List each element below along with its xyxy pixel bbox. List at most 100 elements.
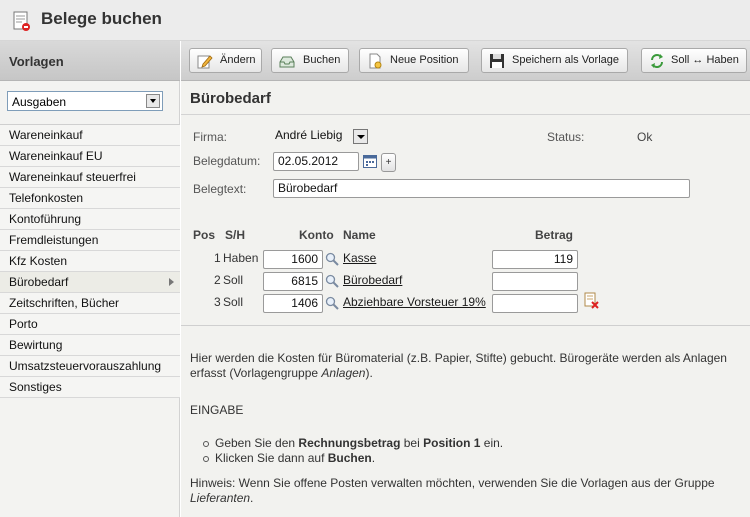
divider bbox=[181, 114, 750, 115]
sidebar-header: Vorlagen bbox=[0, 41, 180, 81]
status-label: Status: bbox=[547, 130, 585, 144]
chevron-down-icon[interactable] bbox=[353, 129, 368, 144]
firma-value: André Liebig bbox=[275, 128, 343, 142]
booking-form: Bürobedarf Firma: André Liebig Status: O… bbox=[181, 81, 750, 517]
sidebar-item[interactable]: Porto bbox=[0, 314, 180, 335]
sidebar-item[interactable]: Wareneinkauf EU bbox=[0, 146, 180, 167]
swap-label: Soll ↔ Haben bbox=[671, 54, 739, 66]
save-template-button[interactable]: Speichern als Vorlage bbox=[481, 48, 628, 73]
row-sh: Haben bbox=[223, 251, 259, 265]
row-sh: Soll bbox=[223, 273, 244, 287]
row-pos: 2 bbox=[214, 273, 221, 287]
help-bullet-1: Geben Sie den Rechnungsbetrag bei Positi… bbox=[202, 436, 504, 450]
sidebar-item[interactable]: Wareneinkauf bbox=[0, 125, 180, 146]
new-position-button[interactable]: Neue Position bbox=[359, 48, 469, 73]
lieferanten-text: Lieferanten bbox=[190, 491, 251, 505]
sidebar-item[interactable]: Telefonkosten bbox=[0, 188, 180, 209]
amount-input[interactable]: 119 bbox=[492, 250, 578, 269]
template-group-select[interactable]: Ausgaben bbox=[7, 91, 163, 111]
document-stamp-icon bbox=[13, 11, 30, 31]
amount-input[interactable] bbox=[492, 294, 578, 313]
konto-value: 6815 bbox=[291, 274, 318, 288]
sidebar-item[interactable]: Fremdleistungen bbox=[0, 230, 180, 251]
konto-input[interactable]: 1600 bbox=[263, 250, 323, 269]
account-name-link[interactable]: Bürobedarf bbox=[343, 273, 402, 287]
col-sh: S/H bbox=[225, 228, 246, 242]
konto-input[interactable]: 1406 bbox=[263, 294, 323, 313]
konto-input[interactable]: 6815 bbox=[263, 272, 323, 291]
bullet-1-text-d: Position 1 bbox=[423, 436, 481, 450]
account-name-link[interactable]: Abziehbare Vorsteuer 19% bbox=[343, 295, 486, 309]
chevron-down-icon[interactable] bbox=[146, 94, 160, 108]
edit-label: Ändern bbox=[220, 54, 256, 66]
sidebar-item[interactable]: Sonstiges bbox=[0, 377, 180, 398]
hint-end: . bbox=[250, 491, 254, 505]
eingabe-heading: EINGABE bbox=[190, 403, 244, 417]
konto-value: 1600 bbox=[291, 252, 318, 266]
template-group-value: Ausgaben bbox=[12, 95, 67, 109]
section-divider bbox=[181, 325, 750, 326]
document-text-value: Bürobedarf bbox=[278, 181, 338, 195]
amount-value: 119 bbox=[553, 252, 573, 266]
help-intro-end: ). bbox=[365, 366, 373, 380]
bullet-1-text-e: ein. bbox=[480, 436, 504, 450]
search-icon[interactable] bbox=[325, 274, 339, 288]
template-list: Wareneinkauf Wareneinkauf EU Wareneinkauf … bbox=[0, 124, 180, 398]
save-template-label: Speichern als Vorlage bbox=[512, 54, 620, 66]
konto-value: 1406 bbox=[291, 296, 318, 310]
edit-button[interactable]: Ändern bbox=[189, 48, 262, 73]
date-label: Belegdatum: bbox=[193, 154, 261, 168]
bullet-2-text-c: . bbox=[371, 451, 376, 465]
sidebar-item[interactable]: Umsatzsteuervorauszahlung bbox=[0, 356, 180, 377]
sidebar: Vorlagen Ausgaben Wareneinkauf Wareneinka… bbox=[0, 41, 180, 517]
status-value: Ok bbox=[637, 130, 653, 144]
sidebar-item[interactable]: Kontoführung bbox=[0, 209, 180, 230]
anlagen-text: Anlagen bbox=[321, 366, 366, 380]
inbox-icon bbox=[279, 56, 295, 68]
title-bar: Belege buchen bbox=[0, 0, 750, 41]
row-sh: Soll bbox=[223, 295, 244, 309]
app-title: Belege buchen bbox=[41, 9, 162, 28]
date-value: 02.05.2012 bbox=[278, 154, 339, 168]
delete-position-icon[interactable] bbox=[584, 292, 600, 310]
sidebar-item[interactable]: Kfz Kosten bbox=[0, 251, 180, 272]
hint-line-1: Hinweis: Wenn Sie offene Posten verwalte… bbox=[190, 476, 715, 490]
sidebar-item[interactable]: Zeitschriften, Bücher bbox=[0, 293, 180, 314]
bullet-2-text-a: Klicken Sie dann auf bbox=[215, 451, 328, 465]
refresh-arrows-icon bbox=[651, 54, 663, 68]
row-pos: 1 bbox=[214, 251, 221, 265]
sidebar-title: Vorlagen bbox=[9, 54, 64, 69]
firma-label: Firma: bbox=[193, 130, 227, 144]
help-intro-line-1: Hier werden die Kosten für Büromaterial … bbox=[190, 351, 727, 365]
sidebar-item[interactable]: Bewirtung bbox=[0, 335, 180, 356]
swap-debit-credit-button[interactable]: Soll ↔ Haben bbox=[641, 48, 747, 73]
col-betrag: Betrag bbox=[535, 228, 574, 242]
search-icon[interactable] bbox=[325, 252, 339, 266]
pencil-icon bbox=[197, 55, 213, 69]
text-label: Belegtext: bbox=[193, 182, 247, 196]
search-icon[interactable] bbox=[325, 296, 339, 310]
sidebar-item[interactable]: Bürobedarf bbox=[0, 272, 180, 293]
date-plus-button[interactable]: + bbox=[381, 153, 396, 172]
new-document-icon bbox=[369, 53, 382, 69]
floppy-disk-icon bbox=[490, 54, 504, 68]
page-title: Bürobedarf bbox=[190, 90, 271, 107]
amount-input[interactable] bbox=[492, 272, 578, 291]
account-name-link[interactable]: Kasse bbox=[343, 251, 376, 265]
new-position-label: Neue Position bbox=[390, 54, 459, 66]
help-intro-line-2: erfasst (Vorlagengruppe bbox=[190, 366, 322, 380]
sidebar-item[interactable]: Wareneinkauf steuerfrei bbox=[0, 167, 180, 188]
col-name: Name bbox=[343, 228, 376, 242]
help-hint: Hinweis: Wenn Sie offene Posten verwalte… bbox=[190, 476, 740, 506]
row-pos: 3 bbox=[214, 295, 221, 309]
help-bullet-2: Klicken Sie dann auf Buchen. bbox=[202, 451, 376, 465]
book-button[interactable]: Buchen bbox=[271, 48, 349, 73]
calendar-icon[interactable] bbox=[363, 154, 377, 168]
date-input[interactable]: 02.05.2012 bbox=[273, 152, 359, 171]
bullet-1-text-c: bei bbox=[400, 436, 424, 450]
book-label: Buchen bbox=[303, 54, 341, 66]
document-text-input[interactable]: Bürobedarf bbox=[273, 179, 690, 198]
bullet-1-text-b: Rechnungsbetrag bbox=[298, 436, 401, 450]
col-konto: Konto bbox=[299, 228, 334, 242]
plus-label: + bbox=[385, 157, 392, 168]
